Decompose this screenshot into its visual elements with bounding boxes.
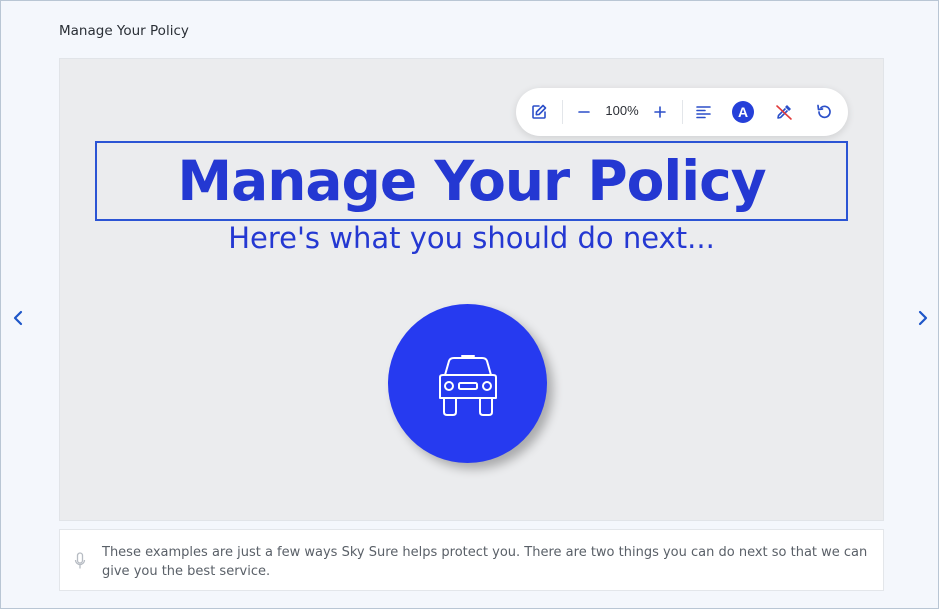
zoom-in-icon: [654, 106, 666, 118]
previous-slide-button[interactable]: [7, 306, 29, 330]
microphone-icon: [74, 552, 86, 569]
app-frame: Manage Your Policy 100% A Manage Your Po…: [0, 0, 939, 609]
caption-text: These examples are just a few ways Sky S…: [102, 545, 868, 579]
next-slide-button[interactable]: [912, 306, 934, 330]
car-illustration: [388, 304, 547, 463]
eyedropper-off-icon: [776, 105, 792, 120]
zoom-out-button[interactable]: [572, 100, 596, 124]
eyedropper-button[interactable]: [772, 100, 796, 124]
heading-text-box[interactable]: Manage Your Policy: [95, 141, 848, 221]
slide-canvas[interactable]: 100% A Manage Your Policy Here's what yo…: [59, 58, 884, 521]
slide-heading: Manage Your Policy: [177, 149, 766, 213]
chevron-right-icon: [918, 310, 928, 326]
font-color-icon: A: [732, 101, 754, 123]
caption-bar: These examples are just a few ways Sky S…: [59, 529, 884, 591]
car-icon: [438, 354, 497, 416]
undo-icon: [817, 104, 831, 119]
chevron-left-icon: [13, 310, 23, 326]
slide-subheading: Here's what you should do next...: [228, 221, 715, 255]
zoom-out-icon: [578, 111, 590, 113]
toolbar-divider: [562, 100, 563, 124]
align-left-button[interactable]: [692, 100, 716, 124]
font-color-button[interactable]: A: [731, 100, 755, 124]
page-title: Manage Your Policy: [59, 23, 189, 39]
slide-toolbar: 100% A: [516, 88, 848, 136]
edit-icon: [532, 104, 547, 119]
undo-button[interactable]: [812, 100, 836, 124]
microphone-button[interactable]: [72, 552, 88, 570]
edit-button[interactable]: [527, 100, 551, 124]
align-left-icon: [696, 106, 711, 119]
zoom-in-button[interactable]: [648, 100, 672, 124]
zoom-level: 100%: [605, 103, 639, 118]
toolbar-divider: [682, 100, 683, 124]
